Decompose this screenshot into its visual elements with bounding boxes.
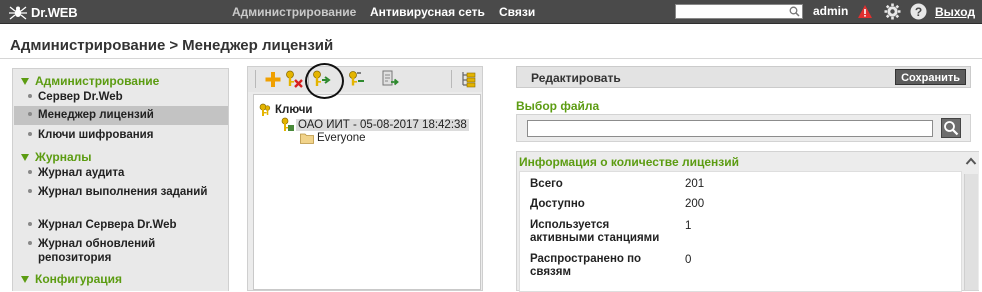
tree-toolbar	[248, 67, 482, 92]
alert-icon[interactable]	[857, 4, 873, 19]
propagate-key-icon[interactable]	[311, 69, 333, 89]
sidebar-section-logs[interactable]: Журналы	[19, 150, 91, 164]
help-icon[interactable]: ?	[910, 3, 927, 20]
nav-links[interactable]: Связи	[499, 5, 535, 19]
scrollbar[interactable]	[963, 152, 979, 290]
top-bar: Dr.WEB Администрирование Антивирусная се…	[0, 0, 982, 24]
sidebar-item-audit-log[interactable]: Журнал аудита	[14, 164, 228, 182]
sidebar-item-encryption-keys[interactable]: Ключи шифрования	[14, 126, 228, 144]
breadcrumb-parent[interactable]: Администрирование	[10, 37, 165, 54]
license-info-box: Информация о количестве лицензий Всего 2…	[516, 151, 979, 292]
spider-logo-icon	[9, 6, 27, 20]
row-label-total: Всего	[530, 178, 563, 190]
file-select-box	[516, 114, 971, 142]
sidebar-item-task-log[interactable]: Журнал выполнения заданий	[14, 183, 228, 215]
collapse-triangle-icon	[21, 153, 29, 161]
sidebar-item-drweb-server[interactable]: Сервер Dr.Web	[14, 88, 228, 106]
toolbar-separator	[308, 70, 309, 88]
sidebar-item-label: Журнал обновлений репозитория	[38, 238, 156, 264]
row-value-total: 201	[685, 178, 705, 190]
sidebar-item-label: Журнал Сервера Dr.Web	[38, 219, 177, 231]
row-value-used-by-stations: 1	[685, 220, 692, 232]
toolbar-separator	[451, 70, 452, 88]
browse-file-button[interactable]	[941, 118, 961, 138]
export-key-icon[interactable]	[379, 69, 401, 89]
nav-antivirus-network[interactable]: Антивирусная сеть	[370, 5, 485, 19]
page-title: Менеджер лицензий	[182, 37, 334, 54]
delete-key-icon[interactable]	[283, 69, 305, 89]
bullet-icon	[28, 112, 32, 116]
sidebar-item-license-manager[interactable]: Менеджер лицензий	[14, 106, 228, 125]
editor-header: Редактировать Сохранить	[516, 66, 971, 88]
tree-node-group-everyone[interactable]: Everyone	[300, 132, 366, 144]
row-label-available: Доступно	[530, 198, 585, 210]
sidebar-section-administration[interactable]: Администрирование	[19, 74, 159, 88]
collapse-triangle-icon	[21, 275, 29, 283]
row-value-distributed-by-links: 0	[685, 254, 692, 266]
row-value-available: 200	[685, 198, 705, 210]
chevron-up-icon[interactable]	[965, 156, 977, 166]
sidebar-item-label: Журнал аудита	[38, 167, 125, 179]
bullet-icon	[28, 94, 32, 98]
scrollbar-track[interactable]	[964, 174, 978, 290]
svg-text:?: ?	[915, 5, 922, 19]
sidebar-item-label: Менеджер лицензий	[38, 109, 154, 121]
search-input[interactable]	[675, 4, 803, 19]
divider	[0, 58, 982, 59]
sidebar-section-label: Администрирование	[35, 74, 160, 88]
search-icon	[944, 121, 959, 136]
bullet-icon	[28, 170, 32, 174]
license-info-title: Информация о количестве лицензий	[519, 155, 740, 169]
editor-title: Редактировать	[531, 71, 621, 85]
breadcrumb: Администрирование > Менеджер лицензий	[10, 37, 333, 54]
brand-name: Dr.WEB	[31, 4, 78, 20]
nav-administration[interactable]: Администрирование	[232, 5, 356, 19]
add-icon[interactable]	[262, 69, 284, 89]
bullet-icon	[28, 241, 32, 245]
sidebar-item-label: Журнал выполнения заданий	[38, 186, 208, 198]
user-name[interactable]: admin	[813, 4, 848, 18]
sidebar-item-label: Ключи шифрования	[38, 129, 154, 141]
tree-node-keys-root[interactable]: Ключи	[258, 103, 312, 117]
sidebar-section-label: Конфигурация	[35, 272, 123, 286]
sidebar-section-configuration[interactable]: Конфигурация	[19, 272, 122, 286]
folder-icon	[300, 133, 314, 144]
row-label-distributed-by-links: Распространено по связям	[530, 253, 642, 278]
collapse-triangle-icon	[21, 77, 29, 85]
sidebar-section-label: Журналы	[35, 150, 92, 164]
file-path-input[interactable]	[527, 120, 933, 137]
bullet-icon	[28, 189, 32, 193]
toolbar-separator	[255, 70, 256, 88]
license-info-table: Всего 201 Доступно 200 Используется акти…	[519, 171, 962, 292]
save-button[interactable]: Сохранить	[895, 69, 966, 85]
tree-node-label: ОАО ИИТ - 05-08-2017 18:42:38	[296, 118, 469, 131]
replace-key-icon[interactable]	[346, 69, 368, 89]
keys-icon	[259, 103, 271, 116]
tree-node-label: Everyone	[317, 132, 366, 144]
breadcrumb-separator: >	[169, 37, 179, 54]
bullet-icon	[28, 132, 32, 136]
tree-node-label: Ключи	[275, 104, 313, 116]
sidebar: Администрирование Сервер Dr.Web Менеджер…	[12, 68, 229, 291]
license-tree-panel: Ключи ОАО ИИТ - 05-08-2017 18:42:38 Ever…	[247, 66, 483, 291]
logo[interactable]: Dr.WEB	[8, 3, 78, 21]
license-tree: Ключи ОАО ИИТ - 05-08-2017 18:42:38 Ever…	[253, 94, 481, 290]
search-icon[interactable]	[789, 6, 800, 17]
tree-node-license-key[interactable]: ОАО ИИТ - 05-08-2017 18:42:38	[280, 117, 469, 132]
logout-link[interactable]: Выход	[935, 5, 975, 19]
license-key-icon	[281, 117, 294, 131]
file-select-label: Выбор файла	[516, 99, 600, 113]
sidebar-item-server-log[interactable]: Журнал Сервера Dr.Web	[14, 216, 228, 234]
bullet-icon	[28, 222, 32, 226]
sidebar-item-repository-update-log[interactable]: Журнал обновлений репозитория	[14, 235, 228, 267]
tree-settings-icon[interactable]	[458, 69, 480, 89]
gear-icon[interactable]	[884, 3, 901, 20]
sidebar-item-label: Сервер Dr.Web	[38, 91, 123, 103]
row-label-used-by-stations: Используется активными станциями	[530, 219, 660, 244]
